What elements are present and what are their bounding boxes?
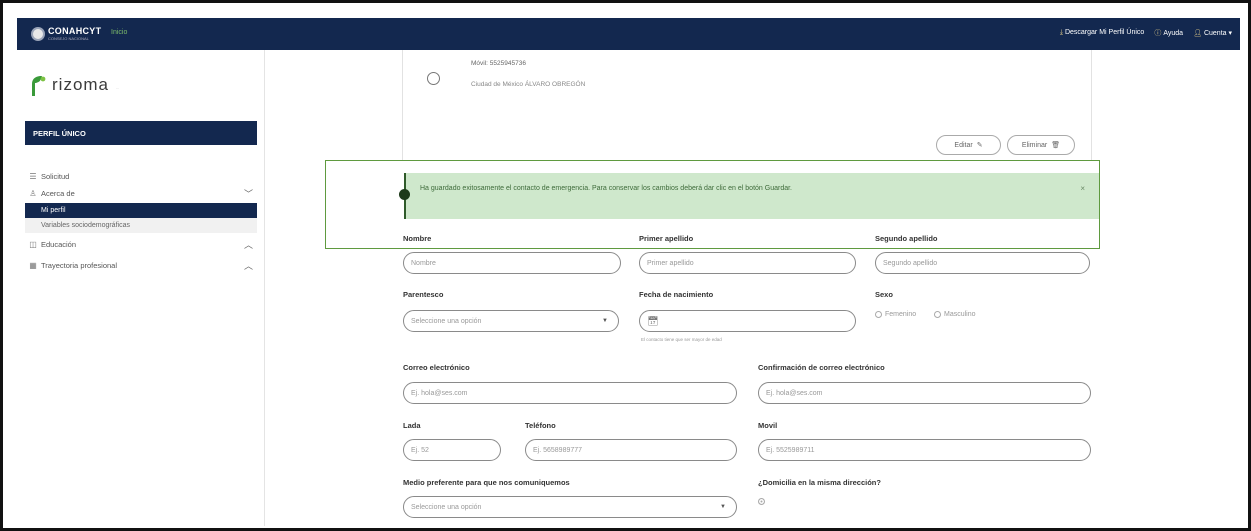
- emergency-contact-card: Móvil: 5525945736 Ciudad de México ÁLVAR…: [402, 50, 1092, 170]
- sexo-femenino-option[interactable]: Femenino: [875, 311, 916, 318]
- telefono-label: Teléfono: [525, 421, 556, 430]
- edit-button[interactable]: Editar ✎: [936, 135, 1001, 155]
- radio-circle: [934, 311, 941, 318]
- sidebar-item-label: Educación: [41, 240, 77, 249]
- confirmacion-input[interactable]: Ej. hola@ses.com: [758, 382, 1091, 404]
- book-icon: ◫: [29, 240, 37, 249]
- fecha-hint: El contacto tiene que ser mayor de edad: [641, 337, 722, 342]
- person-icon: ♙: [29, 189, 37, 198]
- primer-apellido-label: Primer apellido: [639, 234, 694, 243]
- telefono-input[interactable]: Ej. 5658989777: [525, 439, 737, 461]
- nombre-input[interactable]: Nombre: [403, 252, 621, 274]
- movil-label: Movil: [758, 421, 778, 430]
- sidebar-item-educacion[interactable]: ◫ Educación ︿: [25, 236, 257, 253]
- chevron-down-icon: ﹀: [243, 189, 253, 199]
- caret-down-icon: ▾: [1226, 30, 1232, 37]
- delete-button[interactable]: Eliminar 🗑︎: [1007, 135, 1075, 155]
- domicilia-label: ¿Domicilia en la misma dirección?: [758, 478, 881, 487]
- conahcyt-logo-icon[interactable]: [31, 27, 45, 41]
- descargar-label: Descargar Mi Perfil Único: [1064, 29, 1145, 36]
- cuenta-label: Cuenta: [1203, 30, 1227, 37]
- nav-inicio-link[interactable]: Inicio: [111, 29, 127, 36]
- sidebar-item-label: Variables sociodemográficas: [41, 222, 130, 229]
- radio-circle-selected: [758, 498, 765, 505]
- nombre-label: Nombre: [403, 234, 432, 243]
- help-icon: ⓘ: [1154, 30, 1162, 37]
- user-icon: 👤︎: [1193, 30, 1202, 37]
- lada-input[interactable]: Ej. 52: [403, 439, 501, 461]
- sidebar-item-label: Mi perfil: [41, 207, 66, 214]
- pencil-icon: ✎: [976, 142, 983, 149]
- contact-address: Ciudad de México ÁLVARO OBREGÓN: [471, 81, 586, 88]
- sidebar-item-mi-perfil[interactable]: Mi perfil: [25, 203, 257, 218]
- sidebar-item-trayectoria[interactable]: ▦ Trayectoria profesional ︿: [25, 257, 257, 274]
- radio-circle: [875, 311, 882, 318]
- movil-input[interactable]: Ej. 5525989711: [758, 439, 1091, 461]
- domicilia-radio[interactable]: [758, 498, 765, 505]
- success-alert: Ha guardado exitosamente el contacto de …: [399, 173, 1099, 219]
- ayuda-link[interactable]: ⓘ Ayuda: [1154, 28, 1183, 38]
- sidebar-item-acerca-de[interactable]: ♙ Acerca de ﹀: [25, 185, 257, 202]
- alert-message: Ha guardado exitosamente el contacto de …: [420, 185, 792, 192]
- descargar-link[interactable]: ⤓ Descargar Mi Perfil Único: [1060, 29, 1144, 37]
- contact-phone: Móvil: 5525945736: [471, 60, 526, 67]
- close-icon[interactable]: ×: [1080, 183, 1085, 195]
- correo-label: Correo electrónico: [403, 363, 470, 372]
- sidebar-item-variables[interactable]: Variables sociodemográficas: [25, 218, 257, 233]
- confirmacion-label: Confirmación de correo electrónico: [758, 363, 885, 372]
- screenshot-frame: CONAHCYT CONSEJO NACIONAL Inicio ⤓ Descar…: [0, 0, 1251, 531]
- alert-highlight: Ha guardado exitosamente el contacto de …: [325, 160, 1100, 249]
- segundo-apellido-input[interactable]: Segundo apellido: [875, 252, 1090, 274]
- parentesco-select-value: Seleccione una opción: [411, 317, 482, 325]
- sidebar-item-label: Trayectoria profesional: [41, 261, 118, 270]
- segundo-apellido-label: Segundo apellido: [875, 234, 938, 243]
- top-navbar: CONAHCYT CONSEJO NACIONAL Inicio ⤓ Descar…: [17, 18, 1240, 50]
- correo-input[interactable]: Ej. hola@ses.com: [403, 382, 737, 404]
- trash-icon: 🗑︎: [1051, 142, 1061, 149]
- medio-select-value: Seleccione una opción: [411, 503, 482, 511]
- sexo-label: Sexo: [875, 290, 893, 299]
- contact-radio[interactable]: [427, 72, 440, 85]
- building-icon: ▦: [29, 261, 37, 270]
- primer-apellido-input[interactable]: Primer apellido: [639, 252, 856, 274]
- parentesco-select[interactable]: Seleccione una opción ▼: [403, 310, 619, 332]
- medio-preferente-select[interactable]: Seleccione una opción ▼: [403, 496, 737, 518]
- app-window: CONAHCYT CONSEJO NACIONAL Inicio ⤓ Descar…: [17, 18, 1240, 526]
- delete-label: Eliminar: [1021, 141, 1048, 149]
- lada-label: Lada: [403, 421, 421, 430]
- chevron-up-icon: ︿: [243, 261, 253, 271]
- sidebar: rizoma ... PERFIL ÚNICO ☰ Solicitud ♙ Ac…: [17, 50, 265, 526]
- medio-preferente-label: Medio preferente para que nos comuniquem…: [403, 478, 570, 487]
- rizoma-logo-icon: [32, 76, 46, 96]
- calendar-icon: 📅︎: [647, 315, 659, 326]
- chevron-up-icon: ︿: [243, 240, 253, 250]
- info-icon: [399, 189, 410, 200]
- conahcyt-logo-subtext: CONSEJO NACIONAL: [48, 36, 89, 41]
- cuenta-menu[interactable]: 👤︎ Cuenta ▾: [1193, 29, 1232, 37]
- list-icon: ☰: [29, 172, 37, 181]
- fecha-nacimiento-label: Fecha de nacimiento: [639, 290, 714, 299]
- rizoma-brand-tag: ...: [116, 85, 120, 90]
- femenino-label: Femenino: [885, 311, 917, 318]
- edit-label: Editar: [954, 141, 973, 149]
- conahcyt-logo-text[interactable]: CONAHCYT: [48, 26, 101, 36]
- download-icon: ⤓: [1059, 29, 1063, 36]
- ayuda-label: Ayuda: [1163, 30, 1184, 37]
- parentesco-label: Parentesco: [403, 290, 444, 299]
- perfil-unico-header: PERFIL ÚNICO: [25, 121, 257, 145]
- fecha-nacimiento-input[interactable]: 📅︎: [639, 310, 856, 332]
- sexo-masculino-option[interactable]: Masculino: [934, 311, 976, 318]
- sidebar-item-label: Solicitud: [41, 172, 70, 181]
- select-arrow-icon: ▼: [602, 318, 608, 324]
- sidebar-item-label: Acerca de: [41, 189, 75, 198]
- sidebar-item-solicitud[interactable]: ☰ Solicitud: [25, 168, 257, 185]
- top-right-menu: ⤓ Descargar Mi Perfil Único ⓘ Ayuda 👤︎ Cuen…: [1060, 28, 1232, 38]
- masculino-label: Masculino: [944, 311, 976, 318]
- select-arrow-icon: ▼: [720, 504, 726, 510]
- rizoma-brand[interactable]: rizoma: [52, 75, 109, 95]
